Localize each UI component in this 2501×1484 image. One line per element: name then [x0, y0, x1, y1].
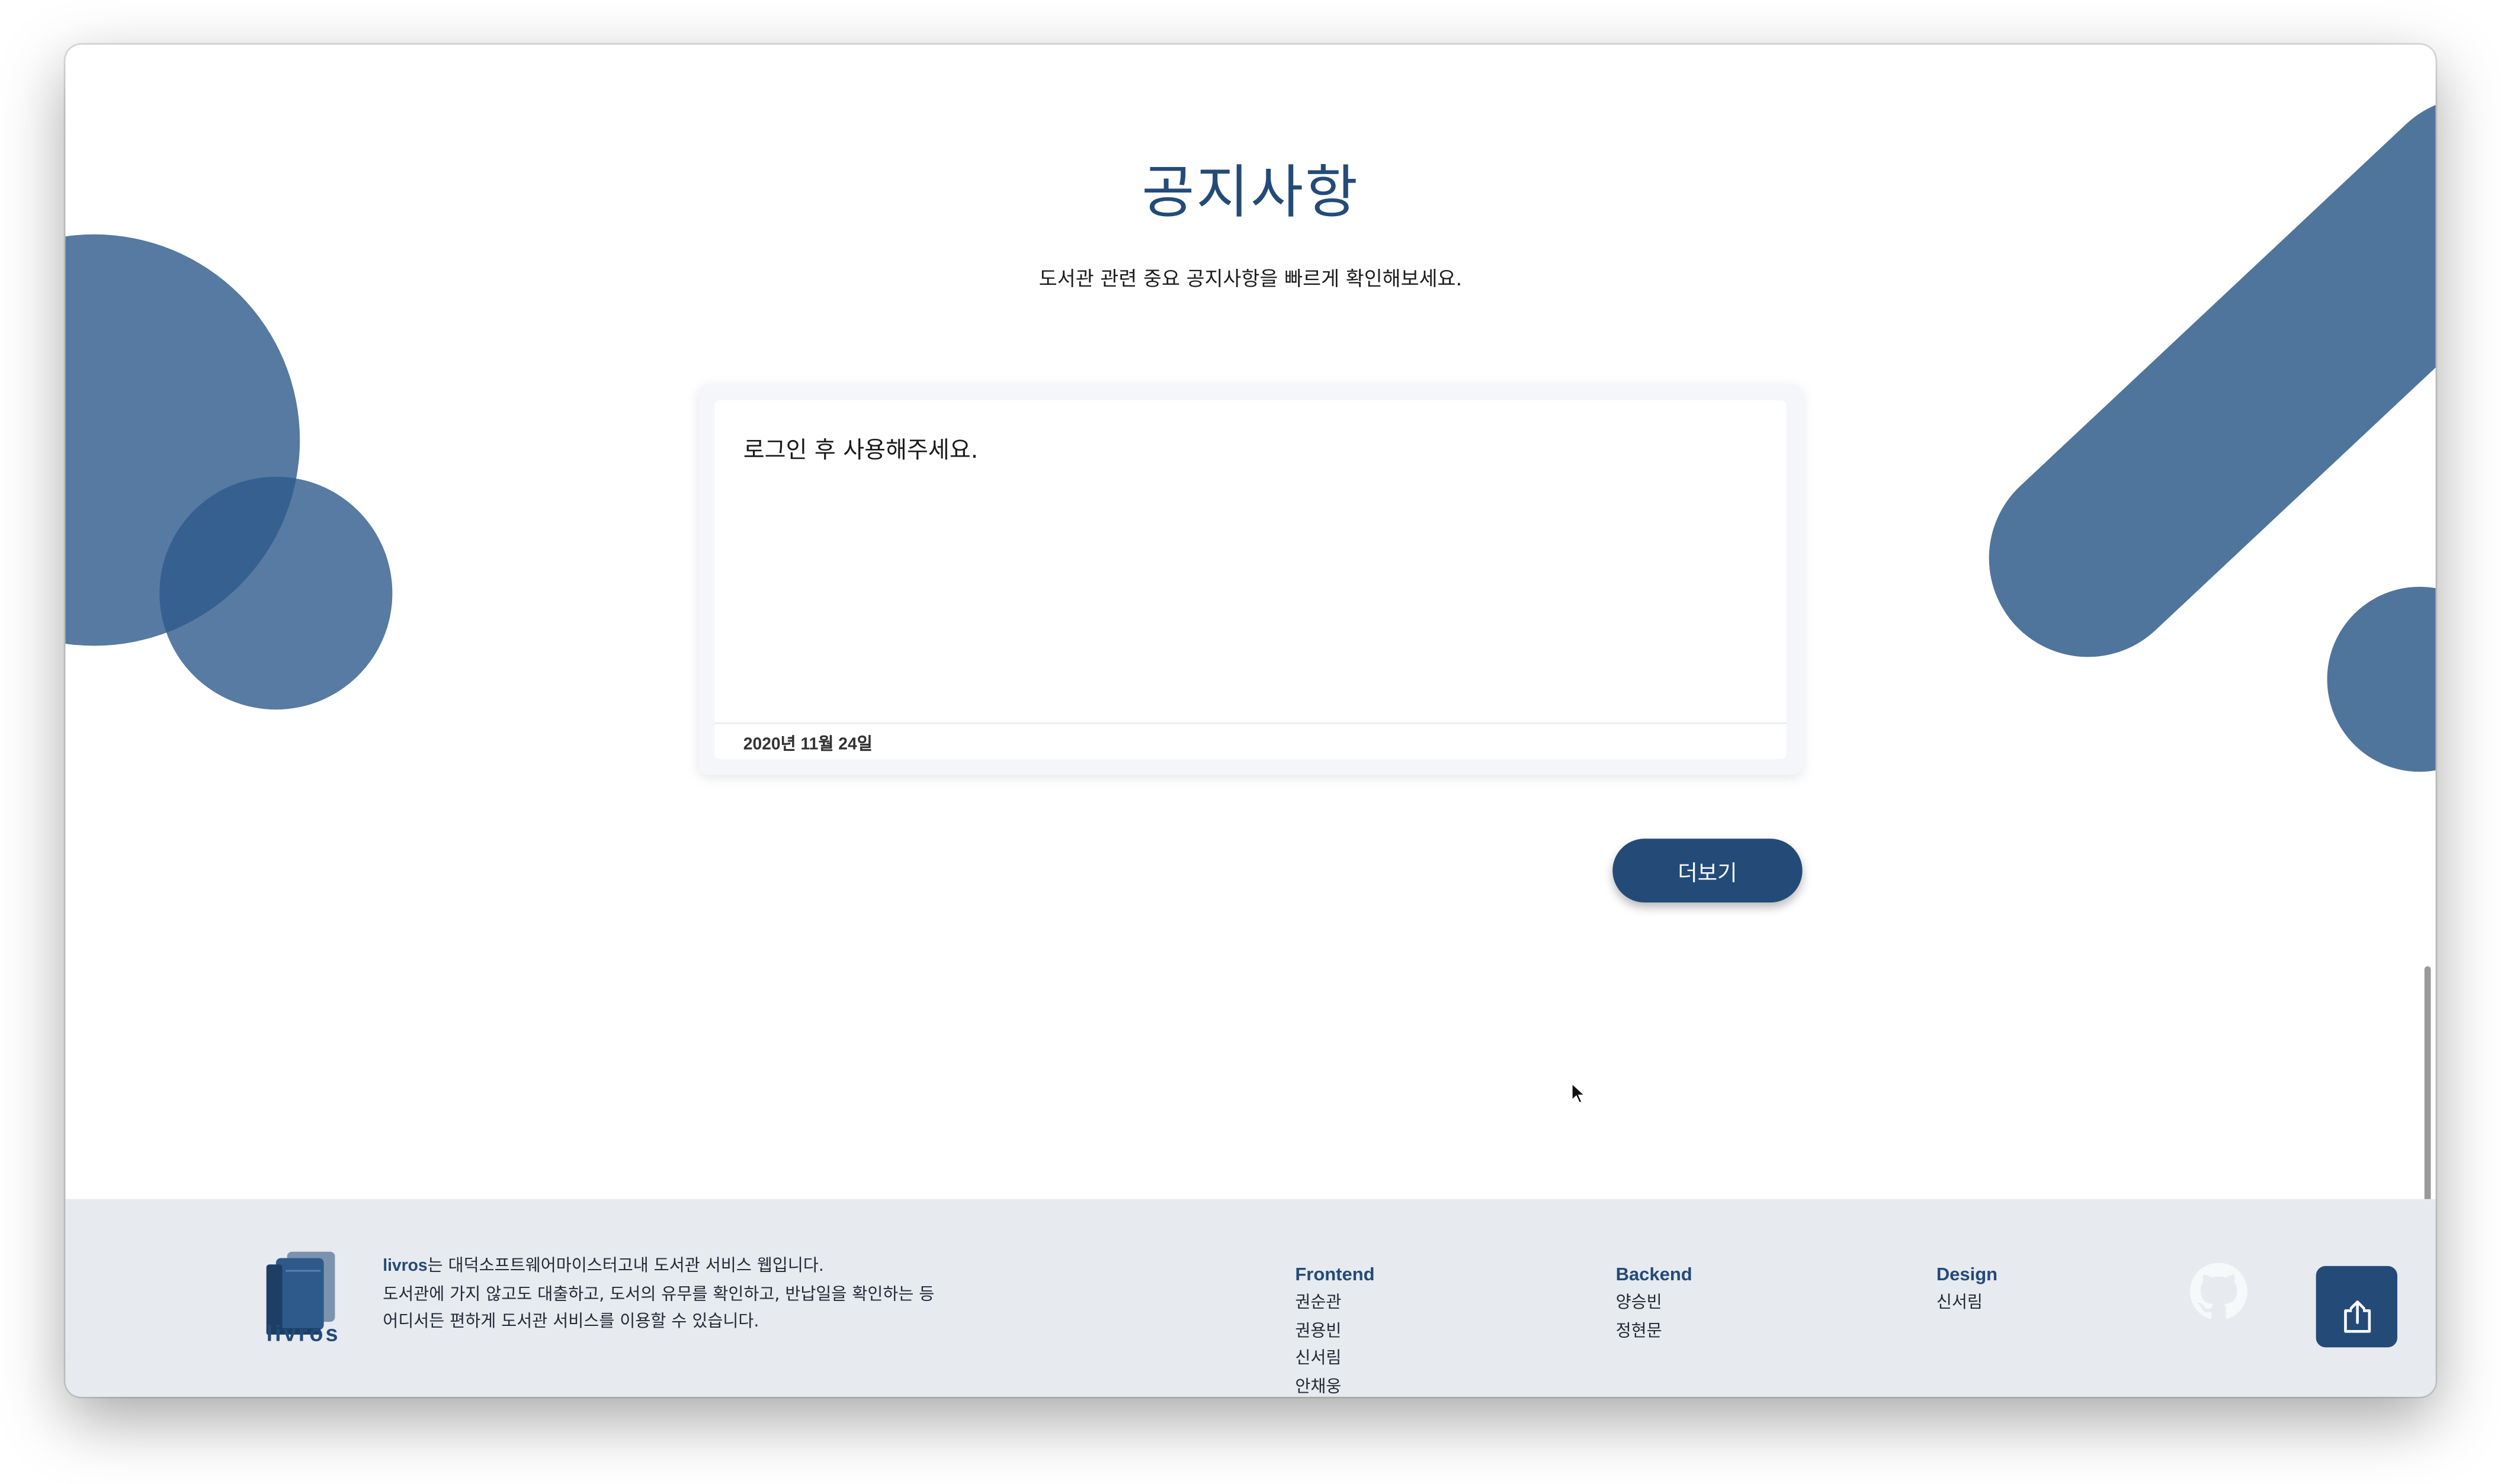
- notice-date: 2020년 11월 24일: [743, 735, 873, 754]
- team-frontend: Frontend 권순관 권용빈 신서림 안채웅: [1295, 1263, 1374, 1397]
- team-member: 양승빈: [1615, 1293, 1662, 1313]
- desktop: 공지사항 도서관 관련 중요 공지사항을 빠르게 확인해보세요. 로그인 후 사…: [0, 0, 2501, 1484]
- more-button[interactable]: 더보기: [1612, 839, 1803, 903]
- team-member: 정현문: [1615, 1321, 1662, 1341]
- about-line-1-text: 는 대덕소프트웨어마이스터고내 도서관 서비스 웹입니다.: [427, 1256, 824, 1276]
- team-member: 안채웅: [1295, 1377, 1342, 1396]
- footer-about: livros는 대덕소프트웨어마이스터고내 도서관 서비스 웹입니다. 도서관에…: [383, 1253, 1021, 1337]
- browser-window: 공지사항 도서관 관련 중요 공지사항을 빠르게 확인해보세요. 로그인 후 사…: [65, 44, 2436, 1397]
- decor-circles-left: [65, 234, 393, 710]
- team-member: 권용빈: [1295, 1321, 1342, 1341]
- notice-divider: [714, 722, 1787, 724]
- notice-card[interactable]: 로그인 후 사용해주세요. 2020년 11월 24일: [698, 384, 1803, 775]
- team-design: Design 신서림: [1936, 1263, 1997, 1318]
- team-member: 신서림: [1936, 1293, 1983, 1313]
- mouse-cursor-icon: [1571, 1083, 1587, 1104]
- github-icon[interactable]: [2189, 1263, 2247, 1321]
- about-line-1: livros는 대덕소프트웨어마이스터고내 도서관 서비스 웹입니다.: [383, 1253, 1021, 1281]
- team-title: Backend: [1615, 1265, 1692, 1286]
- page-title: 공지사항: [1142, 160, 1359, 227]
- team-backend: Backend 양승빈 정현문: [1616, 1263, 1692, 1346]
- team-member: 신서림: [1295, 1348, 1342, 1369]
- arrow-up-icon: [2343, 1300, 2370, 1333]
- page-subtitle: 도서관 관련 중요 공지사항을 빠르게 확인해보세요.: [1038, 266, 1463, 291]
- team-title: Frontend: [1295, 1265, 1375, 1286]
- about-brand: livros: [383, 1256, 428, 1276]
- logo-text: livros: [266, 1320, 341, 1346]
- team-member: 권순관: [1295, 1293, 1342, 1313]
- scroll-to-top-button[interactable]: [2316, 1265, 2397, 1348]
- footer: livros livros는 대덕소프트웨어마이스터고내 도서관 서비스 웹입니…: [65, 1199, 2436, 1397]
- notice-message: 로그인 후 사용해주세요.: [743, 438, 979, 464]
- notice-card-body: 로그인 후 사용해주세요. 2020년 11월 24일: [714, 400, 1787, 759]
- about-line-2: 도서관에 가지 않고도 대출하고, 도서의 유무를 확인하고, 반납일을 확인하…: [383, 1284, 935, 1304]
- team-title: Design: [1936, 1265, 1998, 1286]
- about-line-3: 어디서든 편하게 도서관 서비스를 이용할 수 있습니다.: [383, 1312, 759, 1332]
